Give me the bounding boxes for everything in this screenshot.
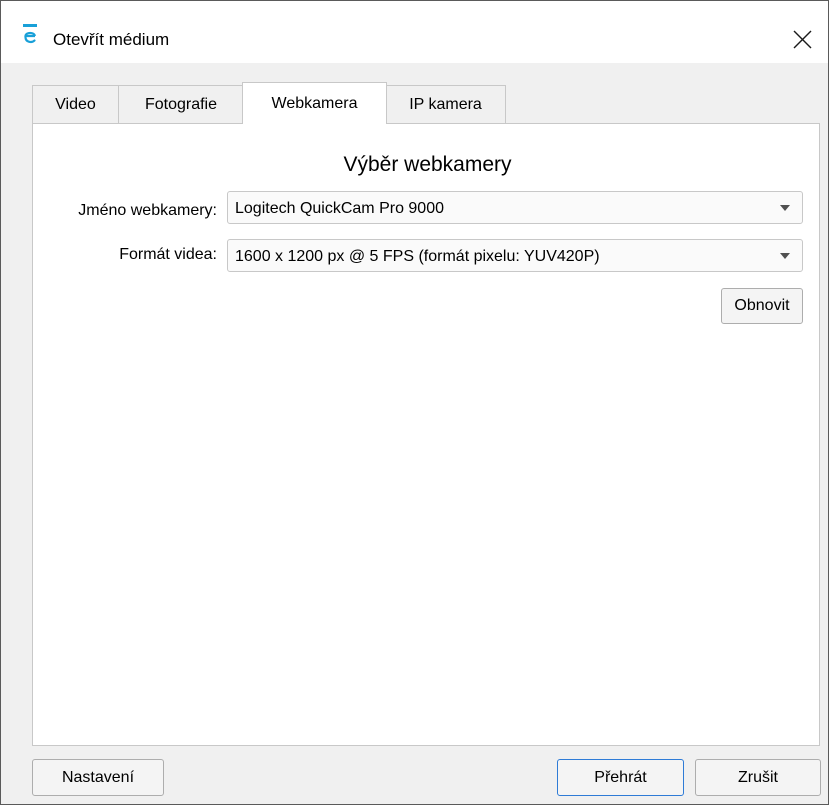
play-button[interactable]: Přehrát bbox=[557, 759, 684, 796]
chevron-down-icon bbox=[780, 253, 790, 259]
video-format-value: 1600 x 1200 px @ 5 FPS (formát pixelu: Y… bbox=[235, 248, 600, 265]
tab-fotografie[interactable]: Fotografie bbox=[118, 85, 244, 123]
settings-button[interactable]: Nastavení bbox=[32, 759, 164, 796]
title-bar[interactable]: Otevřít médium bbox=[1, 1, 828, 63]
video-format-select[interactable]: 1600 x 1200 px @ 5 FPS (formát pixelu: Y… bbox=[227, 239, 803, 272]
webcam-name-label: Jméno webkamery: bbox=[78, 202, 217, 219]
close-icon bbox=[793, 30, 812, 49]
close-button[interactable] bbox=[792, 23, 826, 57]
video-format-label: Formát videa: bbox=[119, 246, 217, 263]
cancel-button[interactable]: Zrušit bbox=[695, 759, 821, 796]
dialog-window: Otevřít médium Video Fotografie Webkamer… bbox=[0, 0, 829, 805]
webcam-name-value: Logitech QuickCam Pro 9000 bbox=[235, 200, 444, 217]
tab-ip-kamera[interactable]: IP kamera bbox=[385, 85, 506, 123]
tab-webkamera[interactable]: Webkamera bbox=[242, 82, 387, 124]
refresh-button[interactable]: Obnovit bbox=[721, 288, 803, 324]
section-title: Výběr webkamery bbox=[343, 153, 512, 176]
tab-video[interactable]: Video bbox=[32, 85, 119, 123]
app-logo-icon bbox=[23, 24, 37, 44]
window-title: Otevřít médium bbox=[53, 30, 170, 49]
chevron-down-icon bbox=[780, 205, 790, 211]
webcam-name-select[interactable]: Logitech QuickCam Pro 9000 bbox=[227, 191, 803, 224]
